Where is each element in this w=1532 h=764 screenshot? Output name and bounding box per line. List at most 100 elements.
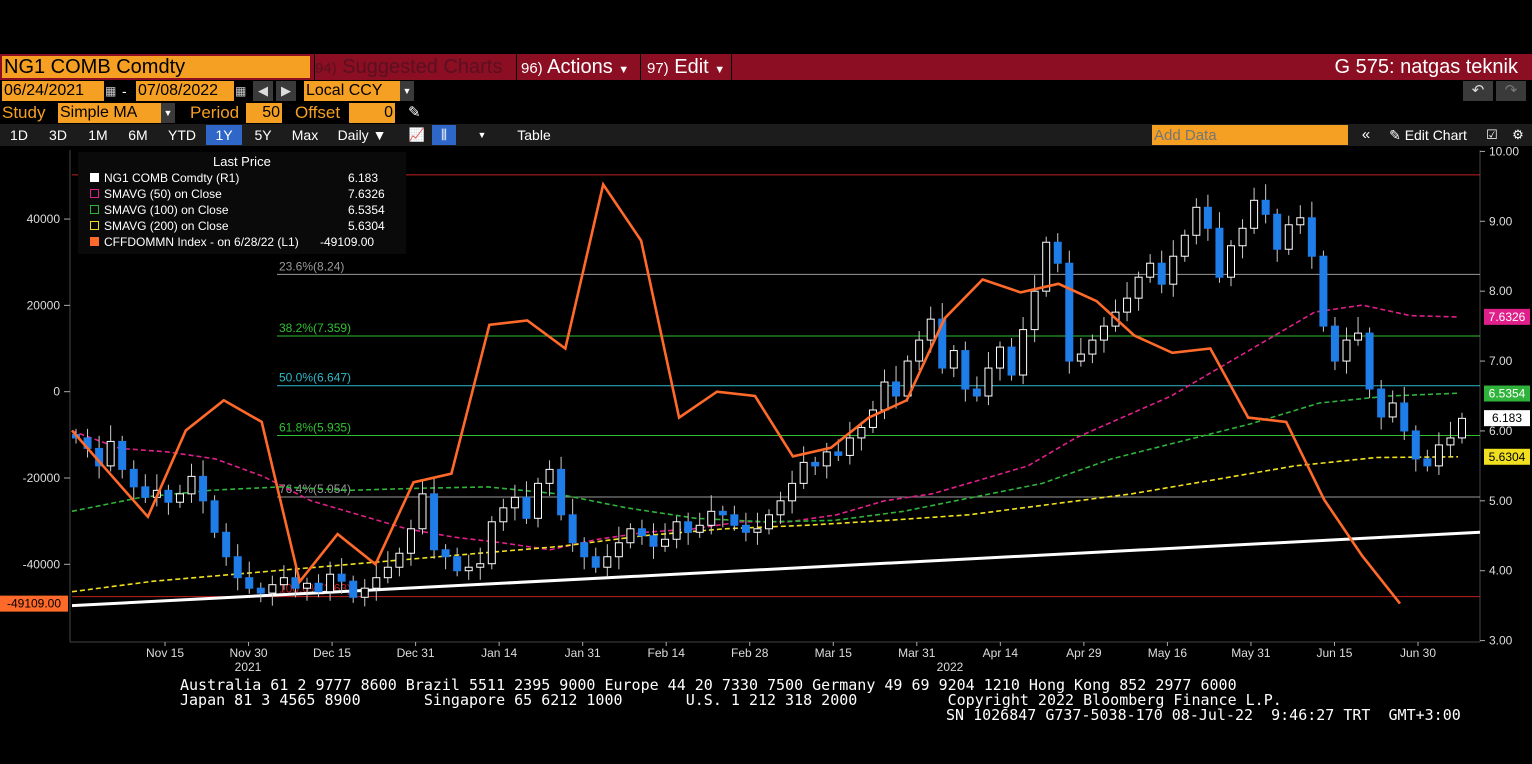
candle-body <box>799 461 808 484</box>
candle-body <box>730 514 739 526</box>
currency-select[interactable]: Local CCY <box>304 81 400 101</box>
candle-body <box>395 552 404 568</box>
candle-body <box>534 482 542 519</box>
candle-body <box>1169 255 1178 285</box>
candle-body <box>233 556 242 579</box>
range-tab-6m[interactable]: 6M <box>120 125 156 145</box>
x-tick-label: Jun 30 <box>1400 646 1436 660</box>
period-input[interactable]: 50 <box>246 103 282 123</box>
candle-body <box>949 350 958 369</box>
date-separator: - <box>122 83 127 99</box>
menu-label: Edit <box>674 56 709 78</box>
range-tab-5y[interactable]: 5Y <box>245 125 281 145</box>
legend-row[interactable]: SMAVG (200) on Close 5.6304 <box>88 218 404 234</box>
right-tick-label: 7.00 <box>1489 354 1513 368</box>
legend-row[interactable]: NG1 COMB Comdty (R1) 6.183 <box>88 170 404 186</box>
candle-body <box>753 528 762 533</box>
add-data-input[interactable] <box>1152 125 1348 145</box>
undo-button[interactable]: ↶ <box>1463 81 1493 101</box>
currency-dropdown-icon[interactable]: ▼ <box>400 81 414 101</box>
candle-body <box>464 566 473 572</box>
candle-body <box>1180 234 1189 257</box>
candle-body <box>210 500 219 533</box>
candle-body <box>1053 241 1062 264</box>
offset-input[interactable]: 0 <box>349 103 395 123</box>
x-tick-label: Feb 14 <box>648 646 686 660</box>
range-tab-3d[interactable]: 3D <box>40 125 76 145</box>
candle-body <box>222 531 231 558</box>
dropdown-arrow-icon: ▼ <box>714 64 726 76</box>
collapse-icon[interactable]: « <box>1354 125 1378 145</box>
legend-swatch <box>90 205 99 214</box>
candle-body <box>406 528 415 554</box>
legend-row[interactable]: CFFDOMMN Index - on 6/28/22 (L1) -49109.… <box>88 234 404 250</box>
trendline <box>71 530 1481 608</box>
range-tab-1d[interactable]: 1D <box>2 125 36 145</box>
legend-row[interactable]: SMAVG (50) on Close 7.6326 <box>88 186 404 202</box>
pencil-icon[interactable]: ✎ <box>408 103 426 123</box>
legend-name: SMAVG (200) on Close <box>104 219 229 233</box>
chart-settings-icon[interactable]: ☑ <box>1480 125 1504 145</box>
range-tab-1y[interactable]: 1Y <box>206 125 242 145</box>
redo-button[interactable]: ↷ <box>1496 81 1526 101</box>
edit-menu[interactable]: 97) Edit ▼ <box>640 54 732 80</box>
legend-value: 6.183 <box>348 171 379 185</box>
dropdown-arrow-icon: ▼ <box>618 64 630 76</box>
range-tab-1m[interactable]: 1M <box>80 125 116 145</box>
candle-body <box>1215 227 1224 278</box>
next-period-button[interactable]: ▶ <box>276 81 296 101</box>
candle-body <box>1434 444 1443 467</box>
candle-body <box>337 573 346 582</box>
x-tick-label: Dec 31 <box>397 646 435 660</box>
suggested-charts-menu[interactable]: 94) Suggested Charts <box>314 54 515 80</box>
candle-body <box>245 577 254 589</box>
candle-chart-icon[interactable]: ⫼ <box>432 125 456 145</box>
frequency-select[interactable]: Daily ▼ <box>330 125 394 145</box>
x-tick-label: Mar 31 <box>898 646 936 660</box>
candle-body <box>1030 290 1039 331</box>
candle-body <box>106 440 115 467</box>
candle-body <box>1284 224 1293 250</box>
calendar-icon[interactable]: ▦ <box>105 81 119 101</box>
legend-row[interactable]: SMAVG (100) on Close 6.5354 <box>88 202 404 218</box>
candle-body <box>1261 199 1270 215</box>
left-tick-label: 40000 <box>27 212 61 226</box>
candle-body <box>1319 255 1328 327</box>
end-date-field[interactable]: 07/08/2022 <box>136 81 234 101</box>
table-button[interactable]: Table <box>500 125 568 145</box>
value-tags: 7.6326 6.5354 6.183 5.6304 -49109.00 <box>0 308 1530 612</box>
x-tick-label: Jan 31 <box>565 646 601 660</box>
actions-menu[interactable]: 96) Actions ▼ <box>516 54 638 80</box>
chart-legend[interactable]: Last Price NG1 COMB Comdty (R1) 6.183 SM… <box>78 152 406 254</box>
last-value-label: 6.5354 <box>1489 387 1526 401</box>
edit-chart-button[interactable]: ✎ Edit Chart <box>1380 125 1476 145</box>
range-tab-ytd[interactable]: YTD <box>160 125 204 145</box>
study-dropdown-icon[interactable]: ▼ <box>161 103 175 123</box>
candle-body <box>695 524 704 533</box>
candle-body <box>1076 353 1085 362</box>
line-chart-icon[interactable]: 📈 <box>405 125 429 145</box>
last-value-label: 5.6304 <box>1489 450 1526 464</box>
x-tick-label: Mar 15 <box>815 646 853 660</box>
candle-body <box>1250 199 1259 229</box>
chart-type-dropdown-icon[interactable]: ▼ <box>470 125 494 145</box>
study-select[interactable]: Simple MA <box>58 103 161 123</box>
candle-body <box>279 577 288 586</box>
start-date-field[interactable]: 06/24/2021 <box>2 81 104 101</box>
candle-body <box>1446 437 1455 446</box>
candle-body <box>1227 245 1235 278</box>
candle-body <box>661 538 670 547</box>
candle-body <box>1330 325 1339 362</box>
candle-body <box>926 318 935 341</box>
year-label: 2021 <box>235 660 262 674</box>
calendar-icon[interactable]: ▦ <box>235 81 249 101</box>
candle-body <box>1411 430 1420 460</box>
range-tab-max[interactable]: Max <box>284 125 326 145</box>
gear-icon[interactable]: ⚙ <box>1506 125 1530 145</box>
candle-body <box>684 521 693 533</box>
candle-body <box>672 521 681 540</box>
security-field[interactable]: NG1 COMB Comdty <box>2 56 310 78</box>
support-trendline <box>71 530 1481 608</box>
previous-period-button[interactable]: ◀ <box>253 81 273 101</box>
legend-swatch <box>90 221 99 230</box>
